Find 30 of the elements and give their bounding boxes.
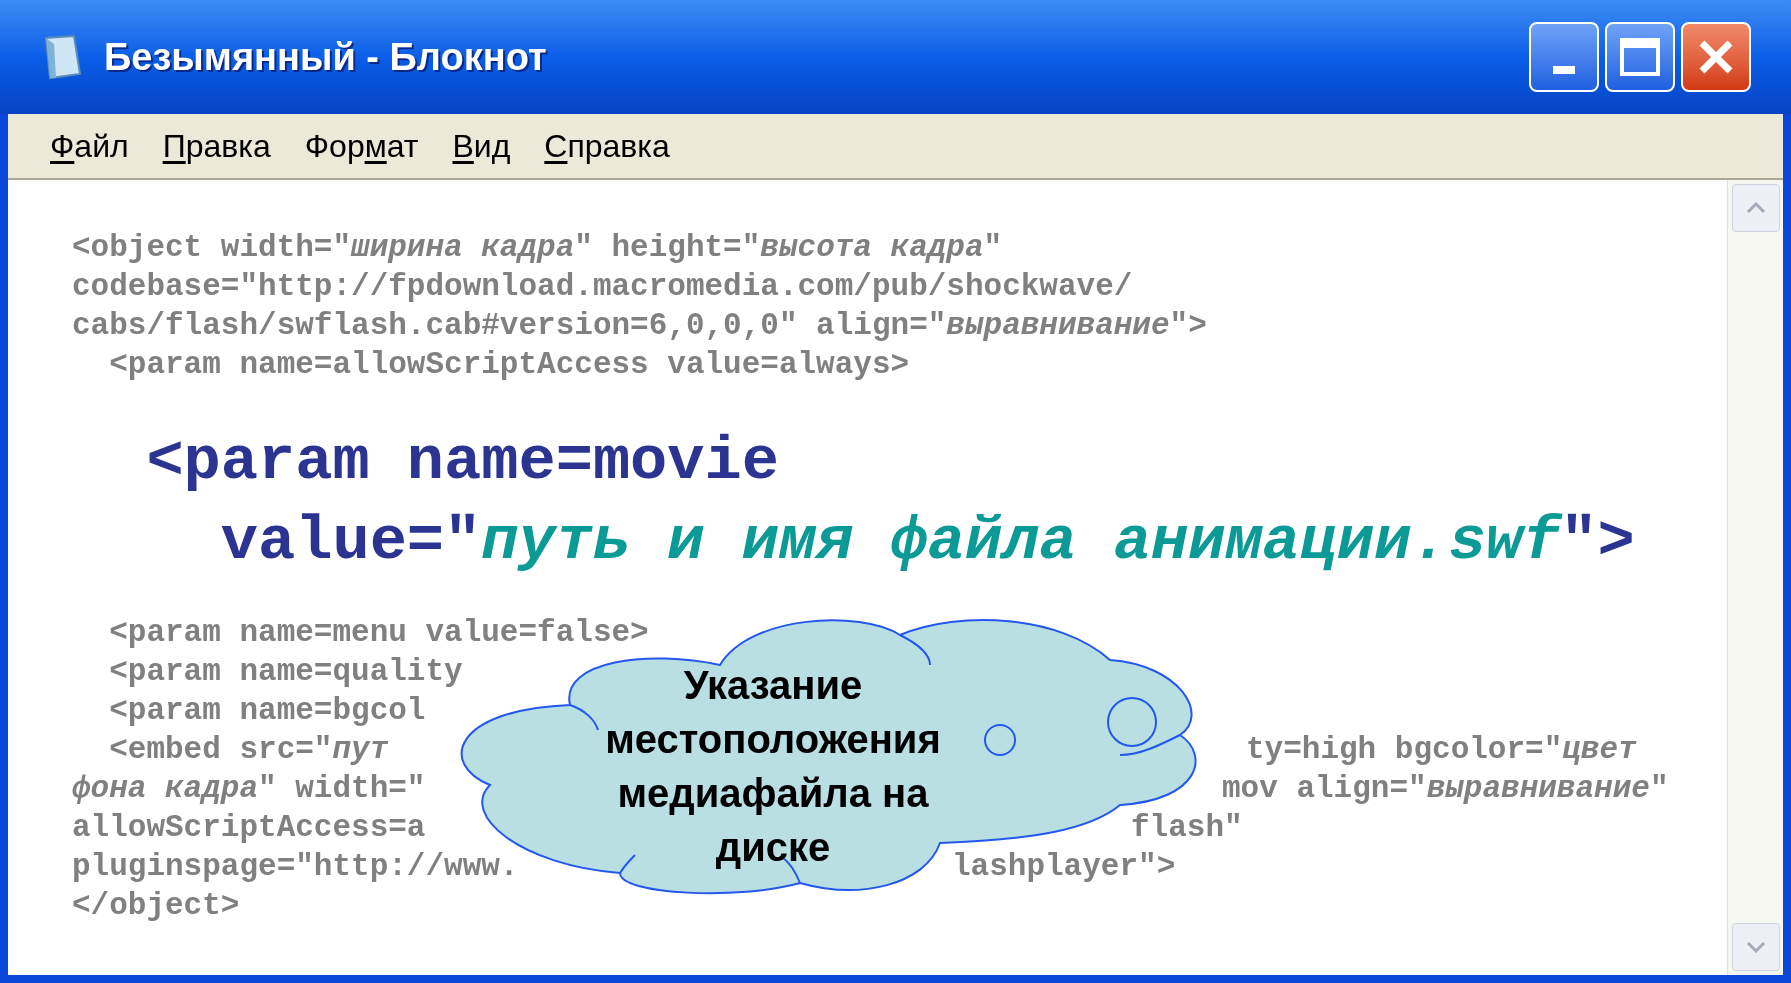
code-fragment: mov align="выравнивание": [1222, 770, 1669, 808]
code-line: <param name=quality: [108, 653, 463, 691]
code-line: </object>: [72, 887, 240, 925]
code-line: <param name=allowScriptAccess value=always>: [108, 346, 910, 384]
callout-text: Указание местоположения медиафайла на диске: [604, 662, 942, 871]
close-button[interactable]: [1681, 22, 1751, 92]
minimize-icon: [1553, 66, 1575, 74]
code-line: <object width="ширина кадра" height="высота кадра": [72, 229, 1003, 267]
code-line: <param name=menu value=false>: [108, 614, 649, 652]
code-line: value="путь и имя файла анимации.swf">: [219, 505, 1635, 579]
code-line: фона кадра" width=": [72, 770, 426, 808]
menu-item[interactable]: Формат: [292, 121, 431, 171]
code-fragment: flash": [1131, 809, 1243, 847]
code-line: codebase="http://fpdownload.macromedia.com/pub/shockwave/: [72, 268, 1133, 306]
code-fragment: lashplayer">: [952, 848, 1176, 886]
maximize-button[interactable]: [1605, 22, 1675, 92]
code-line: allowScriptAccess=a: [72, 809, 426, 847]
minimize-button[interactable]: [1529, 22, 1599, 92]
code-line: pluginspage="http://www.: [72, 848, 519, 886]
code-line: <param name=bgcol: [108, 692, 426, 730]
menu-item[interactable]: Справка: [532, 121, 682, 171]
code-fragment: ty=high bgcolor="цвет: [1246, 731, 1637, 769]
menu-item[interactable]: Файл: [38, 121, 141, 171]
maximize-icon: [1620, 38, 1660, 76]
code-line: <embed src="пут: [108, 731, 389, 769]
menu-item[interactable]: Правка: [150, 121, 283, 171]
window-title: Безымянный - Блокнот: [104, 34, 547, 80]
code-line: <param name=movie: [145, 425, 779, 499]
code-line: cabs/flash/swflash.cab#version=6,0,0,0" align="выравнивание">: [72, 307, 1207, 345]
menu-item[interactable]: Вид: [440, 121, 523, 171]
